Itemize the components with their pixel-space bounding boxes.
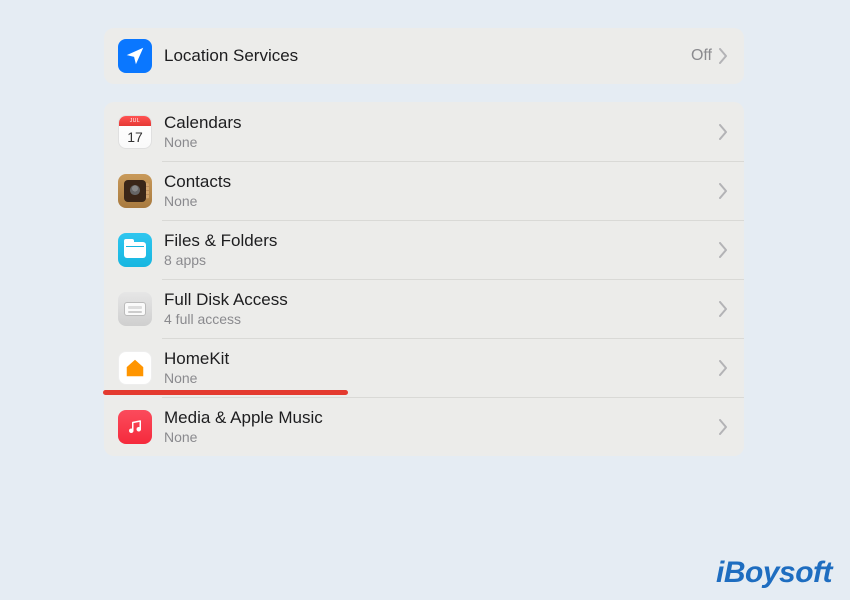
row-text: Media & Apple Music None — [164, 407, 718, 446]
row-subtitle: None — [164, 370, 718, 387]
row-text: HomeKit None — [164, 348, 718, 387]
row-location-services[interactable]: Location Services Off — [104, 28, 744, 84]
section-location: Location Services Off — [104, 28, 744, 84]
row-subtitle: 8 apps — [164, 252, 718, 269]
row-text: Files & Folders 8 apps — [164, 230, 718, 269]
chevron-right-icon — [718, 419, 728, 435]
calendar-icon: JUL 17 — [118, 115, 152, 149]
row-contacts[interactable]: Contacts None — [104, 161, 744, 220]
row-title: Calendars — [164, 112, 718, 133]
privacy-panel: Location Services Off JUL 17 Calendars N… — [104, 28, 744, 474]
calendar-icon-month: JUL — [119, 116, 151, 126]
row-title: Full Disk Access — [164, 289, 718, 310]
calendar-icon-day: 17 — [127, 126, 143, 148]
chevron-right-icon — [718, 242, 728, 258]
row-calendars[interactable]: JUL 17 Calendars None — [104, 102, 744, 161]
chevron-right-icon — [718, 360, 728, 376]
location-arrow-icon — [118, 39, 152, 73]
disk-icon — [118, 292, 152, 326]
row-text: Contacts None — [164, 171, 718, 210]
row-text: Calendars None — [164, 112, 718, 151]
chevron-right-icon — [718, 48, 728, 64]
chevron-right-icon — [718, 183, 728, 199]
row-title: Media & Apple Music — [164, 407, 718, 428]
row-title: HomeKit — [164, 348, 718, 369]
row-title: Files & Folders — [164, 230, 718, 251]
chevron-right-icon — [718, 124, 728, 140]
watermark-logo: iBoysoft — [716, 556, 832, 590]
row-title: Location Services — [164, 45, 691, 66]
row-subtitle: None — [164, 429, 718, 446]
music-note-icon — [118, 410, 152, 444]
row-full-disk-access[interactable]: Full Disk Access 4 full access — [104, 279, 744, 338]
chevron-right-icon — [718, 301, 728, 317]
folder-icon — [118, 233, 152, 267]
row-subtitle: None — [164, 134, 718, 151]
row-text: Location Services — [164, 45, 691, 66]
row-title: Contacts — [164, 171, 718, 192]
section-privacy-items: JUL 17 Calendars None Contacts None — [104, 102, 744, 456]
row-subtitle: None — [164, 193, 718, 210]
row-media-apple-music[interactable]: Media & Apple Music None — [104, 397, 744, 456]
row-subtitle: 4 full access — [164, 311, 718, 328]
row-text: Full Disk Access 4 full access — [164, 289, 718, 328]
row-homekit[interactable]: HomeKit None — [104, 338, 744, 397]
row-files-folders[interactable]: Files & Folders 8 apps — [104, 220, 744, 279]
row-value: Off — [691, 47, 712, 65]
contacts-icon — [118, 174, 152, 208]
home-icon — [118, 351, 152, 385]
